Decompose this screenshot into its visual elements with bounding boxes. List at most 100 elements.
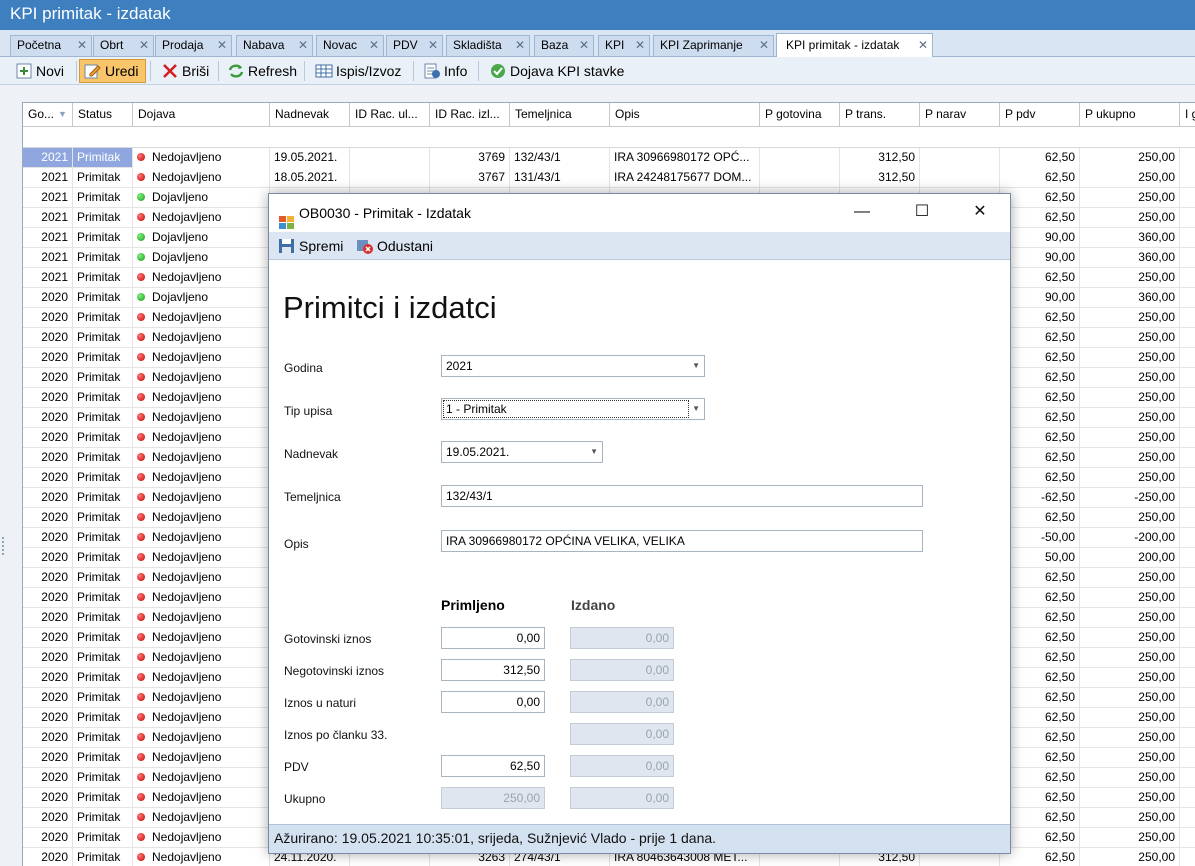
table-cell: Nedojavljeno [133,488,270,508]
tab-kpi-primitak-izdatak[interactable]: KPI primitak - izdatak ✕ [776,33,933,58]
tab-kpi-zaprimanje[interactable]: KPI Zaprimanje ✕ [653,35,774,56]
ispis-izvoz-button[interactable]: Ispis/Izvoz [310,59,402,83]
izdano-input: 0,00 [570,755,674,777]
uredi-button[interactable]: Uredi [79,59,146,83]
tab-prodaja[interactable]: Prodaja ✕ [155,35,232,56]
close-icon[interactable]: ✕ [139,36,149,55]
primljeno-input[interactable]: 62,50 [441,755,545,777]
tab-nabava[interactable]: Nabava ✕ [236,35,313,56]
column-header[interactable]: P narav [920,103,1000,127]
table-cell: Primitak [73,248,133,268]
tab-pocetna[interactable]: Početna ✕ [10,35,92,56]
close-icon[interactable]: ✕ [217,36,227,55]
tab-obrt[interactable]: Obrt ✕ [93,35,154,56]
table-cell: Primitak [73,268,133,288]
tab-kpi[interactable]: KPI ✕ [598,35,650,56]
novi-button[interactable]: Novi [10,59,65,83]
main-toolbar: Novi Uredi Briši Refresh Ispis/Izvoz Inf… [0,57,1195,85]
primljeno-input[interactable]: 0,00 [441,691,545,713]
table-cell: 62,50 [1000,208,1080,228]
status-red-icon [137,693,145,701]
primljeno-input[interactable]: 0,00 [441,627,545,649]
column-header[interactable]: Temeljnica [510,103,610,127]
brisi-button[interactable]: Briši [156,59,210,83]
column-header[interactable]: Status [73,103,133,127]
close-icon[interactable]: ✕ [298,36,308,55]
table-cell: 2020 [23,728,73,748]
close-icon[interactable]: ✕ [428,36,438,55]
table-cell: Nedojavljeno [133,268,270,288]
close-icon[interactable]: ✕ [369,36,379,55]
nadnevak-label: Nadnevak [284,447,339,461]
close-icon[interactable]: ✕ [957,194,1003,232]
table-cell: 2020 [23,708,73,728]
filter-row[interactable] [23,127,1195,148]
dojava-kpi-button[interactable]: Dojava KPI stavke [484,59,625,83]
table-cell [1180,408,1195,428]
table-cell: 250,00 [1080,428,1180,448]
info-button[interactable]: Info [418,59,468,83]
dojava-text: Nedojavljeno [152,750,222,764]
table-row[interactable]: 2021 Primitak Nedojavljeno 19.05.2021. 3769 1… [23,148,1195,168]
table-cell: Dojavljeno [133,228,270,248]
close-icon[interactable]: ✕ [635,36,645,55]
column-header[interactable]: P gotovina [760,103,840,127]
nadnevak-datepicker[interactable]: 19.05.2021. ▼ [441,441,603,463]
table-cell: 250,00 [1080,188,1180,208]
spremi-button[interactable]: Spremi [273,234,344,258]
table-row[interactable]: 2021 Primitak Nedojavljeno 18.05.2021. 3767 1… [23,168,1195,188]
table-cell: Primitak [73,528,133,548]
column-header[interactable]: Go... ▼ [23,103,73,127]
separator [478,61,479,81]
dojava-text: Nedojavljeno [152,390,222,404]
column-header[interactable]: P ukupno [1080,103,1180,127]
close-icon[interactable]: ✕ [918,34,928,56]
tab-pdv[interactable]: PDV ✕ [386,35,443,56]
maximize-icon[interactable]: ☐ [899,194,945,232]
table-cell [1180,608,1195,628]
tab-novac[interactable]: Novac ✕ [316,35,384,56]
table-cell [1180,828,1195,848]
opis-input[interactable]: IRA 30966980172 OPĆINA VELIKA, VELIKA [441,530,923,552]
column-header[interactable]: Opis [610,103,760,127]
close-icon[interactable]: ✕ [759,36,769,55]
tab-skladista[interactable]: Skladišta ✕ [446,35,530,56]
dojava-text: Nedojavljeno [152,210,222,224]
table-cell: Nedojavljeno [133,568,270,588]
table-cell: 2020 [23,288,73,308]
chevron-down-icon: ▼ [692,361,700,370]
close-icon[interactable]: ✕ [77,36,87,55]
temeljnica-input[interactable]: 132/43/1 [441,485,923,507]
table-cell: 2020 [23,508,73,528]
column-header[interactable]: Nadnevak [270,103,350,127]
table-cell: Primitak [73,768,133,788]
table-cell: 250,00 [1080,828,1180,848]
column-header[interactable]: P trans. [840,103,920,127]
splitter-handle[interactable] [2,537,5,555]
table-cell: 2021 [23,228,73,248]
column-header[interactable]: ID Rac. ul... [350,103,430,127]
column-header[interactable]: P pdv [1000,103,1080,127]
status-red-icon [137,793,145,801]
odustani-button[interactable]: Odustani [351,234,434,258]
tab-baza[interactable]: Baza ✕ [534,35,594,56]
dojava-text: Nedojavljeno [152,810,222,824]
primljeno-input: 250,00 [441,787,545,809]
column-header[interactable]: I g [1180,103,1195,127]
column-header[interactable]: Dojava [133,103,270,127]
table-cell: 62,50 [1000,708,1080,728]
table-cell: 62,50 [1000,188,1080,208]
tip-upisa-select[interactable]: 1 - Primitak ▼ [441,398,705,420]
table-cell: 19.05.2021. [270,148,350,168]
minimize-icon[interactable]: — [839,194,885,232]
primljeno-input[interactable]: 312,50 [441,659,545,681]
close-icon[interactable]: ✕ [579,36,589,55]
table-cell: 2020 [23,568,73,588]
column-header[interactable]: ID Rac. izl... [430,103,510,127]
close-icon[interactable]: ✕ [515,36,525,55]
refresh-button[interactable]: Refresh [222,59,298,83]
status-red-icon [137,373,145,381]
godina-select[interactable]: 2021 ▼ [441,355,705,377]
izdano-column-header: Izdano [571,597,616,613]
dojava-text: Nedojavljeno [152,430,222,444]
